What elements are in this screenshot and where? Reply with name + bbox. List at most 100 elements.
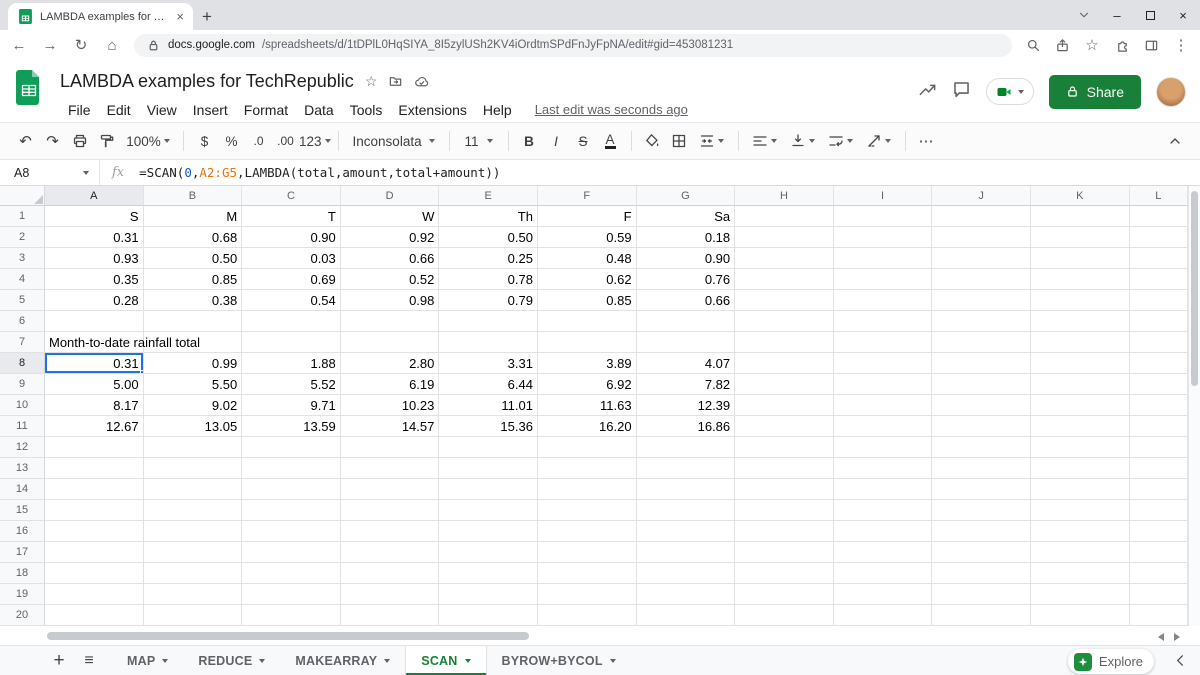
cell-H20[interactable] <box>735 605 834 626</box>
text-wrap-button[interactable] <box>822 128 860 155</box>
cell-J19[interactable] <box>932 584 1031 605</box>
cell-H10[interactable] <box>735 395 834 416</box>
cell-J13[interactable] <box>932 458 1031 479</box>
new-tab-button[interactable]: + <box>193 3 221 30</box>
cell-G1[interactable]: Sa <box>637 206 736 227</box>
forward-button[interactable]: → <box>41 37 59 54</box>
cell-A7[interactable]: Month-to-date rainfall total <box>45 332 144 353</box>
cell-E6[interactable] <box>439 311 538 332</box>
cell-B1[interactable]: M <box>144 206 243 227</box>
cell-J8[interactable] <box>932 353 1031 374</box>
cell-G10[interactable]: 12.39 <box>637 395 736 416</box>
text-rotation-button[interactable] <box>860 128 898 155</box>
strikethrough-button[interactable]: S <box>570 128 597 155</box>
cell-F1[interactable]: F <box>538 206 637 227</box>
cell-B5[interactable]: 0.38 <box>144 290 243 311</box>
borders-button[interactable] <box>666 128 693 155</box>
menu-extensions[interactable]: Extensions <box>390 99 474 121</box>
cell-I17[interactable] <box>834 542 933 563</box>
cell-C13[interactable] <box>242 458 341 479</box>
meet-presentation-button[interactable] <box>986 78 1034 105</box>
cell-E15[interactable] <box>439 500 538 521</box>
cell-D18[interactable] <box>341 563 440 584</box>
cloud-status-icon[interactable] <box>414 74 429 89</box>
row-header-20[interactable]: 20 <box>0 605 45 626</box>
cell-G6[interactable] <box>637 311 736 332</box>
cell-J1[interactable] <box>932 206 1031 227</box>
explore-button[interactable]: Explore <box>1068 649 1154 674</box>
font-select[interactable]: Inconsolata <box>346 128 442 155</box>
row-header-2[interactable]: 2 <box>0 227 45 248</box>
column-header-C[interactable]: C <box>242 186 341 206</box>
cell-K3[interactable] <box>1031 248 1130 269</box>
formula-text[interactable]: =SCAN(0,A2:G5,LAMBDA(total,amount,total+… <box>139 165 500 180</box>
cell-I10[interactable] <box>834 395 933 416</box>
cell-I5[interactable] <box>834 290 933 311</box>
column-header-H[interactable]: H <box>735 186 834 206</box>
menu-data[interactable]: Data <box>296 99 342 121</box>
scroll-left-icon[interactable] <box>1158 633 1164 641</box>
cell-B17[interactable] <box>144 542 243 563</box>
cell-B19[interactable] <box>144 584 243 605</box>
row-header-9[interactable]: 9 <box>0 374 45 395</box>
cell-G7[interactable] <box>637 332 736 353</box>
cell-A16[interactable] <box>45 521 144 542</box>
bookmark-star-icon[interactable]: ☆ <box>1083 36 1101 54</box>
cell-G15[interactable] <box>637 500 736 521</box>
column-header-I[interactable]: I <box>834 186 933 206</box>
cell-A18[interactable] <box>45 563 144 584</box>
cell-G11[interactable]: 16.86 <box>637 416 736 437</box>
cell-G13[interactable] <box>637 458 736 479</box>
close-window-button[interactable]: × <box>1176 8 1190 22</box>
cell-I8[interactable] <box>834 353 933 374</box>
zoom-select[interactable]: 100% <box>120 128 176 155</box>
cell-E13[interactable] <box>439 458 538 479</box>
cell-C14[interactable] <box>242 479 341 500</box>
restore-button[interactable] <box>1143 8 1157 22</box>
browser-tab[interactable]: LAMBDA examples for TechRepublic × <box>8 3 193 30</box>
cell-J2[interactable] <box>932 227 1031 248</box>
cell-D15[interactable] <box>341 500 440 521</box>
cell-D7[interactable] <box>341 332 440 353</box>
cell-B14[interactable] <box>144 479 243 500</box>
cell-F9[interactable]: 6.92 <box>538 374 637 395</box>
cell-H13[interactable] <box>735 458 834 479</box>
cell-G4[interactable]: 0.76 <box>637 269 736 290</box>
cell-E19[interactable] <box>439 584 538 605</box>
cell-A4[interactable]: 0.35 <box>45 269 144 290</box>
comment-history-icon[interactable] <box>952 80 971 104</box>
star-document-icon[interactable]: ☆ <box>365 73 378 90</box>
cell-L5[interactable] <box>1130 290 1188 311</box>
cell-E2[interactable]: 0.50 <box>439 227 538 248</box>
cell-C18[interactable] <box>242 563 341 584</box>
cell-I6[interactable] <box>834 311 933 332</box>
cell-K11[interactable] <box>1031 416 1130 437</box>
name-box[interactable]: A8 <box>0 160 100 185</box>
menu-file[interactable]: File <box>60 99 99 121</box>
cell-D9[interactable]: 6.19 <box>341 374 440 395</box>
cell-I2[interactable] <box>834 227 933 248</box>
cell-C10[interactable]: 9.71 <box>242 395 341 416</box>
cell-G2[interactable]: 0.18 <box>637 227 736 248</box>
cell-G9[interactable]: 7.82 <box>637 374 736 395</box>
vertical-scrollbar[interactable] <box>1188 186 1200 626</box>
row-header-10[interactable]: 10 <box>0 395 45 416</box>
cell-I1[interactable] <box>834 206 933 227</box>
column-header-J[interactable]: J <box>932 186 1031 206</box>
row-header-8[interactable]: 8 <box>0 353 45 374</box>
cell-E3[interactable]: 0.25 <box>439 248 538 269</box>
cell-B6[interactable] <box>144 311 243 332</box>
cell-E12[interactable] <box>439 437 538 458</box>
cell-B12[interactable] <box>144 437 243 458</box>
cell-H8[interactable] <box>735 353 834 374</box>
row-header-14[interactable]: 14 <box>0 479 45 500</box>
cell-A6[interactable] <box>45 311 144 332</box>
share-page-icon[interactable] <box>1054 37 1070 53</box>
address-bar[interactable]: docs.google.com/spreadsheets/d/1tDPlL0Hq… <box>134 34 1012 57</box>
cell-D6[interactable] <box>341 311 440 332</box>
more-toolbar-button[interactable]: ⋯ <box>913 128 940 155</box>
row-header-13[interactable]: 13 <box>0 458 45 479</box>
cell-K17[interactable] <box>1031 542 1130 563</box>
account-avatar[interactable] <box>1156 77 1186 107</box>
cell-K12[interactable] <box>1031 437 1130 458</box>
